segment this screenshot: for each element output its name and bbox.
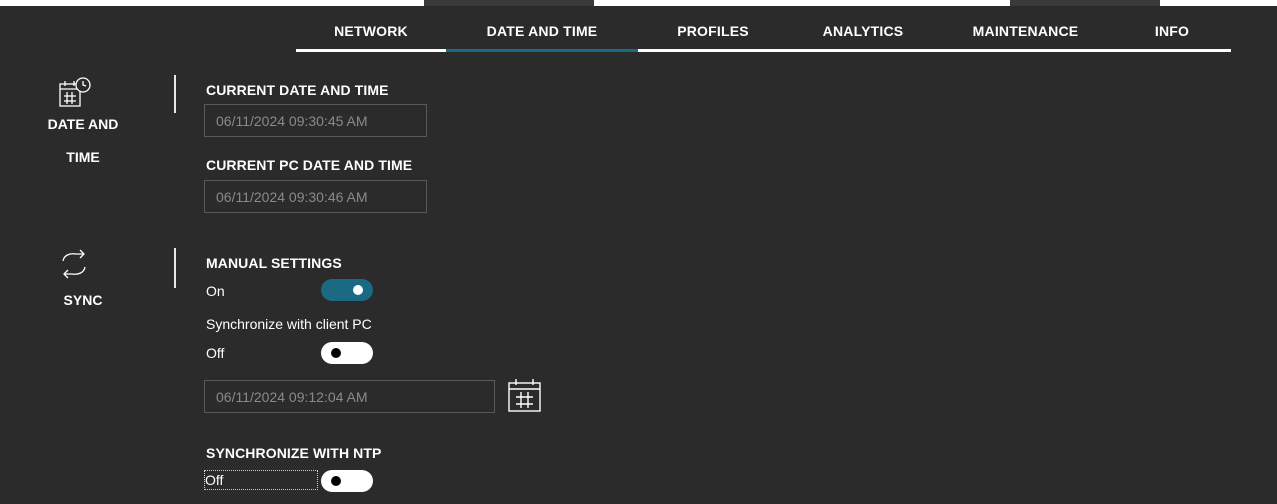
manual-date-time-field[interactable] — [204, 380, 495, 413]
top-strip-mark — [1010, 0, 1160, 6]
toggle-knob — [353, 285, 363, 295]
manual-settings-label: MANUAL SETTINGS — [206, 255, 342, 271]
toggle-knob — [331, 476, 341, 486]
sync-icon — [58, 248, 90, 285]
section-divider — [174, 248, 176, 288]
manual-settings-state: On — [206, 283, 225, 299]
tab-maintenance[interactable]: MAINTENANCE — [938, 10, 1113, 52]
calendar-icon[interactable] — [507, 378, 543, 418]
current-date-time-field[interactable] — [204, 104, 427, 137]
tab-date-and-time[interactable]: DATE AND TIME — [446, 10, 638, 52]
sync-ntp-state: Off — [204, 470, 318, 490]
current-pc-date-time-field[interactable] — [204, 180, 427, 213]
current-date-time-label: CURRENT DATE AND TIME — [206, 82, 389, 98]
tab-label: PROFILES — [677, 23, 749, 39]
manual-settings-toggle[interactable] — [321, 279, 373, 301]
tab-network[interactable]: NETWORK — [296, 10, 446, 52]
tab-analytics[interactable]: ANALYTICS — [788, 10, 938, 52]
section-label-sync: SYNC — [63, 292, 103, 308]
active-tab-indicator — [446, 49, 638, 52]
tab-profiles[interactable]: PROFILES — [638, 10, 788, 52]
section-divider — [174, 75, 176, 113]
sync-ntp-label: SYNCHRONIZE WITH NTP — [206, 445, 382, 461]
top-strip — [0, 0, 1277, 6]
top-strip-mark — [424, 0, 594, 6]
sync-client-pc-state: Off — [206, 345, 225, 361]
current-pc-date-time-label: CURRENT PC DATE AND TIME — [206, 157, 413, 173]
tab-info[interactable]: INFO — [1113, 10, 1231, 52]
tab-label: DATE AND TIME — [486, 23, 598, 39]
tab-label: INFO — [1154, 23, 1190, 39]
tab-label: ANALYTICS — [822, 23, 904, 39]
sync-ntp-toggle[interactable] — [321, 470, 373, 492]
toggle-knob — [331, 348, 341, 358]
sync-client-pc-toggle[interactable] — [321, 342, 373, 364]
sync-client-pc-label: Synchronize with client PC — [206, 316, 372, 332]
section-label-date-and-time: DATE AND TIME — [47, 116, 119, 165]
tab-bar: NETWORK DATE AND TIME PROFILES ANALYTICS… — [296, 10, 1231, 52]
tab-label: MAINTENANCE — [972, 23, 1079, 39]
tab-label: NETWORK — [334, 23, 408, 39]
